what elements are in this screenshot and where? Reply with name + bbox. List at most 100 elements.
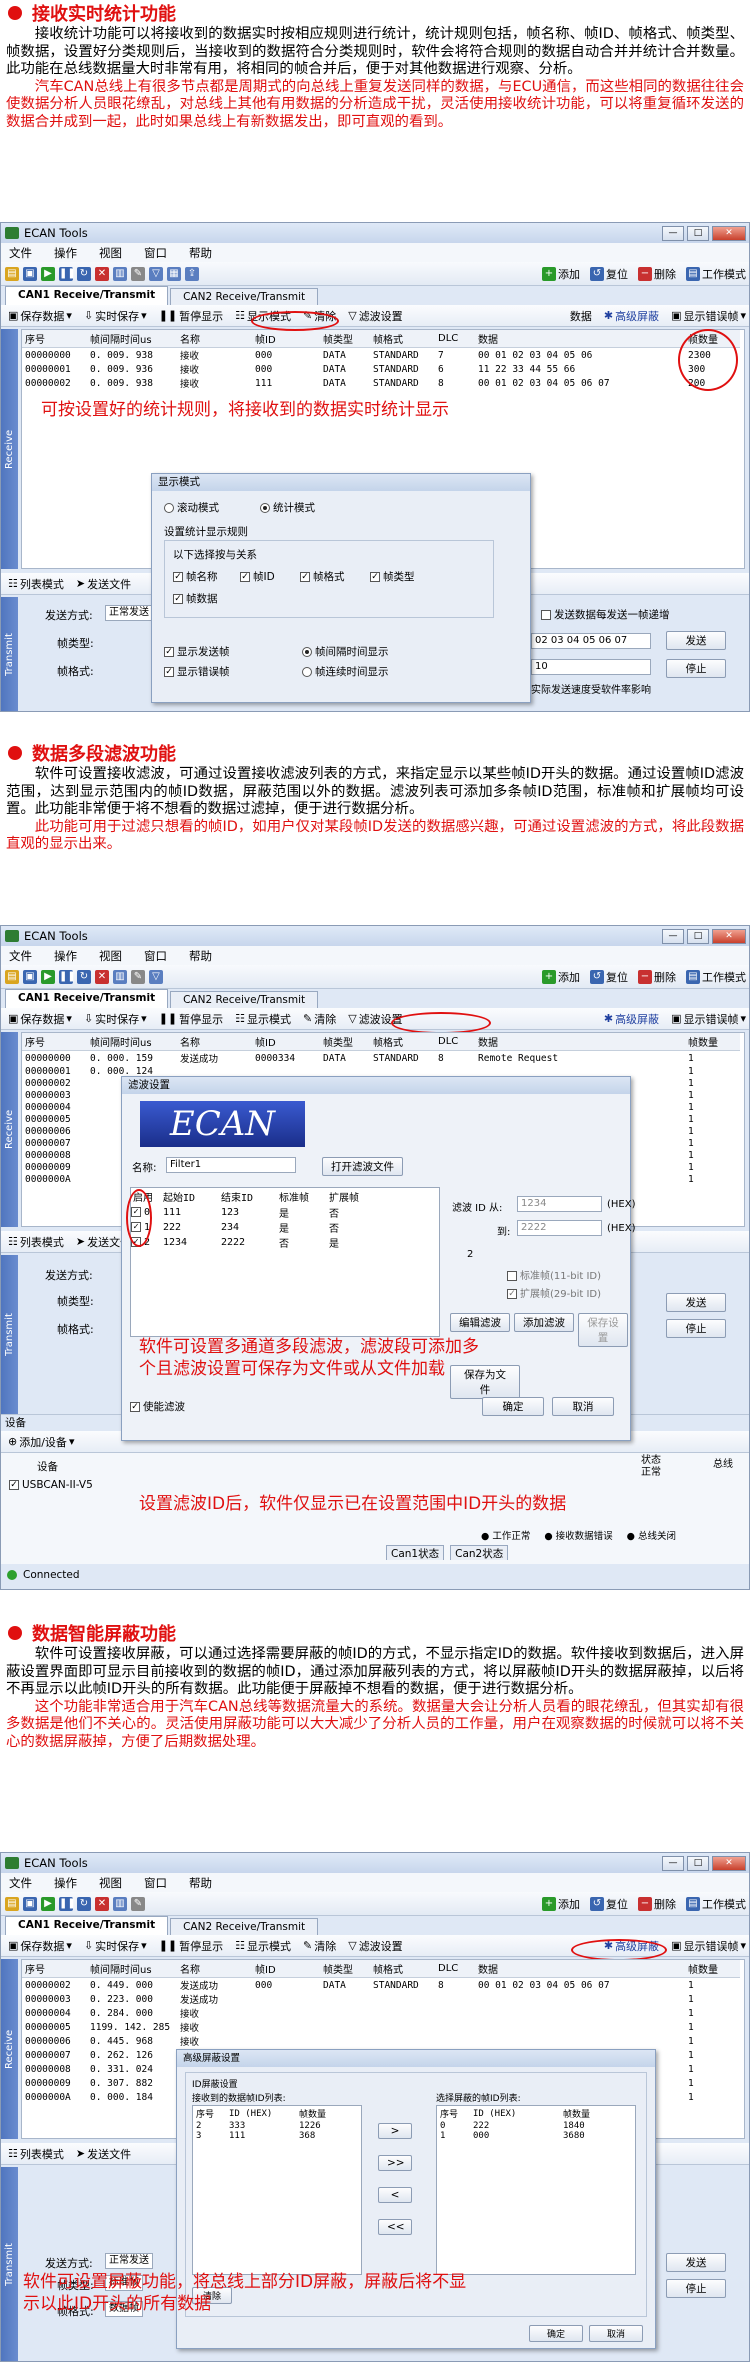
standard-frame-checkbox[interactable]: 标准帧(11-bit ID) (507, 1267, 601, 1282)
send-count-input[interactable]: 10 (531, 659, 651, 675)
filter-row[interactable]: ✓ 2 1234 2222 否是 (131, 1235, 379, 1250)
work-mode-button[interactable]: ▤ 工作模式 (683, 968, 749, 986)
close-button[interactable]: ✕ (712, 1855, 746, 1871)
table-row[interactable]: 00000000 0. 000. 159 发送成功 0000334 DATA STANDA… (22, 1051, 740, 1066)
table-row[interactable]: 00000000 0. 009. 938 接收 000 DATA STANDARD 7 00 … (22, 348, 740, 363)
menu-help[interactable]: 帮助 (189, 948, 212, 964)
stop-button[interactable]: 停止 (666, 1319, 726, 1338)
col-header[interactable]: 帧格式 (370, 1960, 435, 1978)
filter-icon[interactable]: ▽ (149, 969, 163, 984)
menu-operate[interactable]: 操作 (54, 245, 77, 261)
table-row[interactable]: 00000004 0. 284. 000 接收 1 (22, 2006, 740, 2021)
display-mode-button[interactable]: ☷ 显示模式 (232, 1010, 294, 1028)
device-row[interactable]: ✓ USBCAN-II-V5 (9, 1479, 93, 1491)
col-header[interactable]: 帧格式 (370, 1033, 435, 1051)
add-device-button[interactable]: ⊕ 添加/设备 ▾ (5, 1433, 77, 1451)
col-header[interactable]: 帧间隔时间us (87, 330, 177, 348)
reset-button[interactable]: ↺ 复位 (587, 265, 631, 283)
minimize-button[interactable]: — (662, 225, 684, 241)
col-header[interactable]: 帧数量 (685, 1033, 740, 1051)
pause-display-button[interactable]: ❚❚ 暂停显示 (156, 1937, 226, 1955)
filter-settings-button[interactable]: ▽ 滤波设置 (345, 1937, 405, 1955)
col-header[interactable]: 序号 (22, 1033, 87, 1051)
stop-button[interactable]: 停止 (666, 2279, 726, 2298)
realtime-save-button[interactable]: ⇩ 实时保存 ▾ (81, 307, 150, 325)
chart-icon[interactable]: ▥ (113, 1896, 127, 1911)
menu-help[interactable]: 帮助 (189, 245, 212, 261)
ok-button[interactable]: 确定 (529, 2325, 583, 2342)
menu-help[interactable]: 帮助 (189, 1875, 212, 1891)
display-mode-button[interactable]: ☷ 显示模式 (232, 1937, 294, 1955)
pause-display-button[interactable]: ❚❚ 暂停显示 (156, 307, 226, 325)
add-button[interactable]: + 添加 (539, 265, 583, 283)
cancel-button[interactable]: 取消 (589, 2325, 643, 2342)
send-mode-select[interactable]: 正常发送 (105, 2253, 153, 2269)
interval-cont-radio[interactable]: 帧连续时间显示 (302, 664, 389, 679)
pause-display-button[interactable]: ❚❚ 暂停显示 (156, 1010, 226, 1028)
menu-window[interactable]: 窗口 (144, 245, 167, 261)
received-id-list[interactable]: 序号 ID (HEX) 帧数量 2 333 1226 3 111 368 (192, 2105, 362, 2275)
filter-icon[interactable]: ▽ (149, 266, 163, 281)
col-header[interactable]: 序号 (22, 1960, 87, 1978)
delete-icon[interactable]: ✕ (95, 266, 109, 281)
minimize-button[interactable]: — (662, 1855, 684, 1871)
scroll-mode-radio[interactable]: 滚动模式 (164, 500, 219, 515)
filter-row[interactable]: ✓ 0 111 123 是否 (131, 1205, 379, 1220)
clear-button[interactable]: ✎ 清除 (300, 1937, 339, 1955)
filter-from-input[interactable]: 1234 (517, 1196, 602, 1212)
pause-icon[interactable]: ❚❚ (59, 969, 76, 984)
menu-file[interactable]: 文件 (9, 948, 32, 964)
show-error-frame-button[interactable]: ▣ 显示错误帧 ▾ (668, 307, 749, 325)
delete-icon[interactable]: ✕ (95, 1896, 109, 1911)
col-header[interactable]: 帧类型 (320, 330, 370, 348)
send-button[interactable]: 发送 (666, 1293, 726, 1312)
table-row[interactable]: 00000006 0. 445. 968 接收 1 (22, 2034, 740, 2049)
minimize-button[interactable]: — (662, 928, 684, 944)
list-item[interactable]: 3 111 368 (193, 2131, 349, 2141)
edit-icon[interactable]: ✎ (131, 266, 145, 281)
chart-icon[interactable]: ▥ (113, 266, 127, 281)
increment-checkbox[interactable]: 发送数据每发送一帧递增 (541, 607, 670, 622)
tab-can2[interactable]: CAN2 Receive/Transmit (170, 1918, 319, 1935)
send-button[interactable]: 发送 (666, 2253, 726, 2272)
send-mode-select[interactable]: 正常发送 (105, 605, 153, 621)
close-button[interactable]: ✕ (712, 928, 746, 944)
col-header[interactable]: 帧数量 (685, 1960, 740, 1978)
pause-icon[interactable]: ❚❚ (59, 1896, 76, 1911)
list-item[interactable]: 2 333 1226 (193, 2121, 349, 2131)
send-file-button[interactable]: ➤ 发送文件 (73, 575, 134, 593)
play-icon[interactable]: ▶ (41, 266, 55, 281)
menu-window[interactable]: 窗口 (144, 1875, 167, 1891)
stop-button[interactable]: 停止 (666, 659, 726, 678)
open-icon[interactable]: ▤ (5, 266, 19, 281)
export-icon[interactable]: ⇪ (185, 266, 199, 281)
col-header[interactable]: 帧间隔时间us (87, 1960, 177, 1978)
show-error-frame-button[interactable]: ▣ 显示错误帧 ▾ (668, 1010, 749, 1028)
col-header[interactable]: 帧类型 (320, 1033, 370, 1051)
col-header[interactable]: 帧类型 (320, 1960, 370, 1978)
show-send-checkbox[interactable]: ✓ 显示发送帧 (164, 644, 230, 659)
filter-settings-button[interactable]: ▽ 滤波设置 (345, 307, 405, 325)
tab-can1-status[interactable]: Can1状态 (386, 1545, 445, 1560)
tab-can1[interactable]: CAN1 Receive/Transmit (5, 1916, 169, 1935)
cancel-button[interactable]: 取消 (552, 1397, 614, 1416)
list-mode-button[interactable]: ☷ 列表模式 (5, 575, 67, 593)
enable-filter-checkbox[interactable]: ✓ 使能滤波 (130, 1399, 185, 1414)
menu-file[interactable]: 文件 (9, 245, 32, 261)
save-icon[interactable]: ▣ (23, 969, 37, 984)
tab-can1[interactable]: CAN1 Receive/Transmit (5, 989, 169, 1008)
open-filter-file-button[interactable]: 打开滤波文件 (322, 1157, 403, 1176)
add-button[interactable]: + 添加 (539, 1895, 583, 1913)
name-checkbox[interactable]: ✓ 帧名称 (173, 569, 218, 584)
col-header[interactable]: 数据 (475, 1033, 685, 1051)
chart-icon[interactable]: ▥ (113, 969, 127, 984)
col-header[interactable]: 数据 (475, 330, 685, 348)
format-checkbox[interactable]: ✓ 帧格式 (300, 569, 345, 584)
refresh-icon[interactable]: ↻ (77, 969, 91, 984)
list-item[interactable]: 1 000 3680 (437, 2131, 623, 2141)
refresh-icon[interactable]: ↻ (77, 1896, 91, 1911)
delete-icon[interactable]: ✕ (95, 969, 109, 984)
open-icon[interactable]: ▤ (5, 1896, 19, 1911)
realtime-save-button[interactable]: ⇩ 实时保存 ▾ (81, 1010, 150, 1028)
move-all-left-button[interactable]: << (378, 2219, 412, 2235)
